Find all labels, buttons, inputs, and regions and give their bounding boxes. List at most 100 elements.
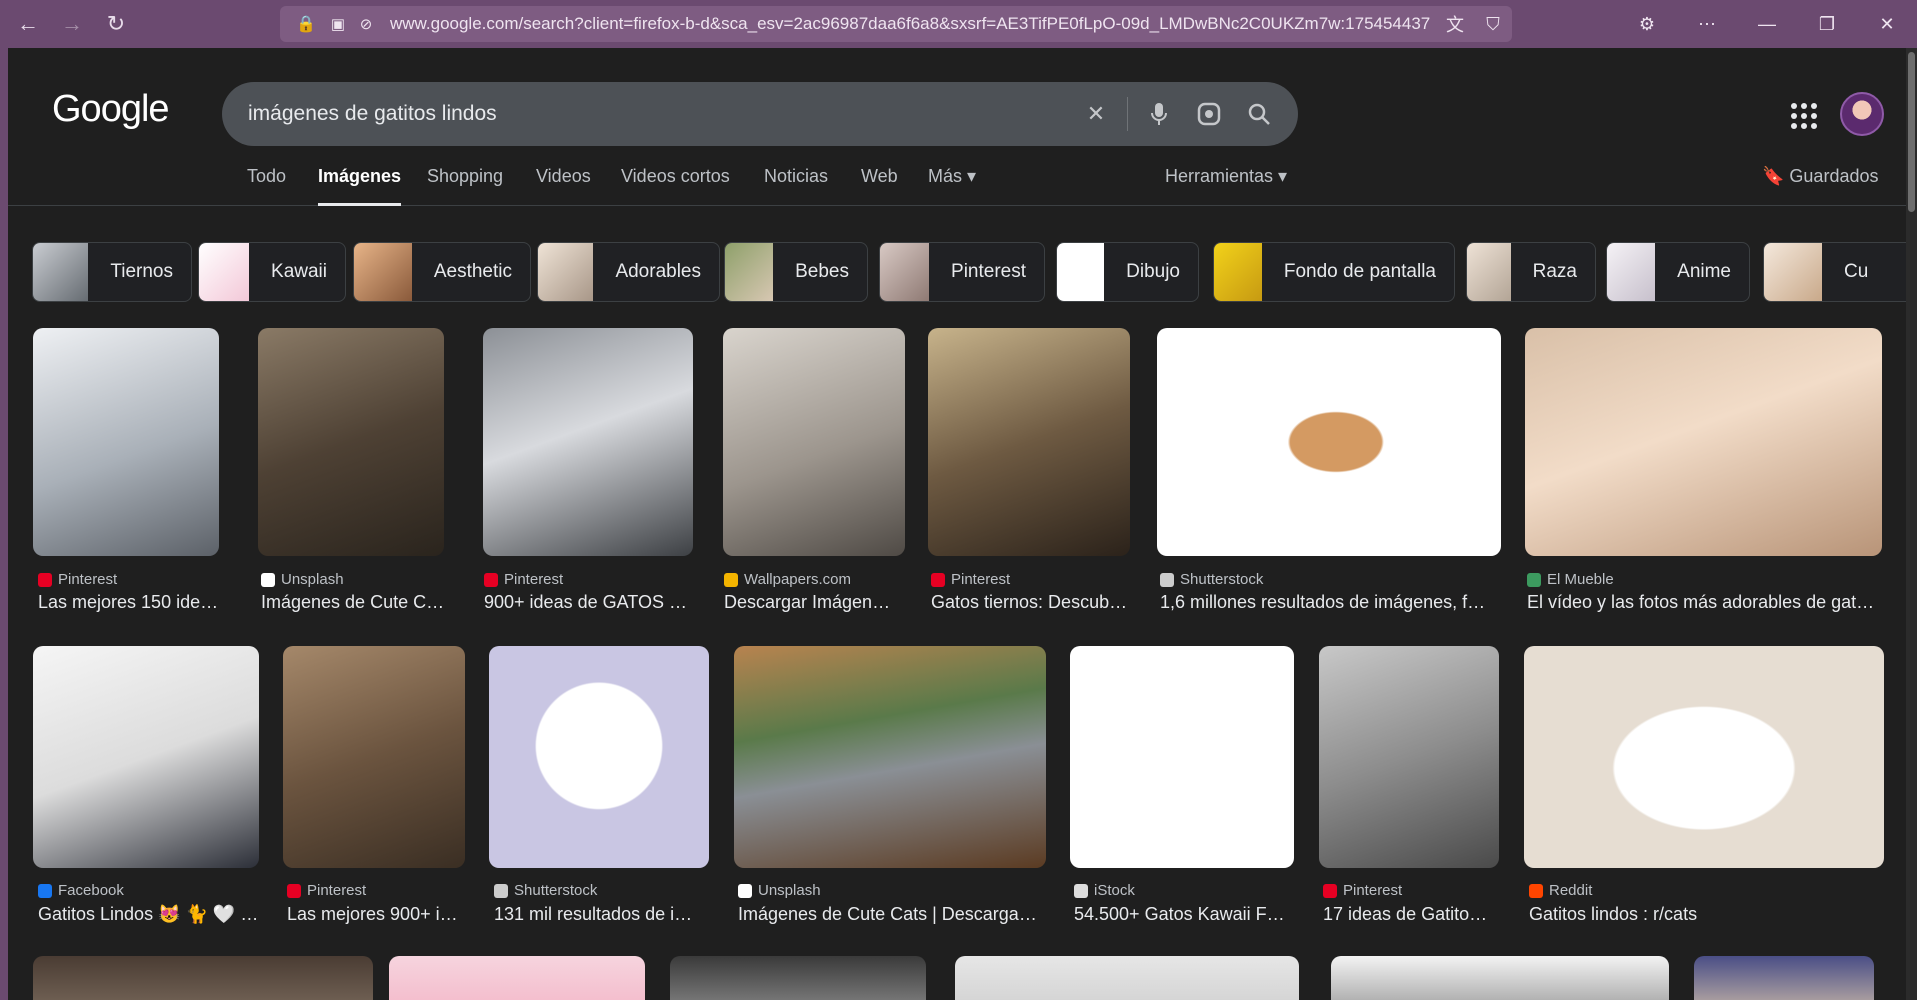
result-image[interactable]	[1319, 646, 1499, 868]
result-title[interactable]: 900+ ideas de GATOS …	[484, 592, 690, 613]
chip-anime[interactable]: Anime	[1606, 242, 1750, 302]
tab-todo[interactable]: Todo	[247, 166, 286, 206]
result-source[interactable]: Facebook	[38, 882, 124, 899]
result-image[interactable]	[670, 956, 926, 1000]
chip-pinterest[interactable]: Pinterest	[879, 242, 1045, 302]
result-source[interactable]: Pinterest	[931, 571, 1010, 588]
tab-videos[interactable]: Videos	[536, 166, 591, 206]
search-input[interactable]: imágenes de gatitos lindos	[222, 102, 1071, 126]
result-image[interactable]	[33, 328, 219, 556]
result-image[interactable]	[283, 646, 465, 868]
result-title[interactable]: 1,6 millones resultados de imágenes, f…	[1160, 592, 1500, 613]
source-name: Facebook	[58, 882, 124, 899]
chip-thumbnail	[199, 243, 250, 301]
result-source[interactable]: Shutterstock	[1160, 571, 1263, 588]
clear-icon[interactable]: ✕	[1071, 89, 1121, 139]
tab-imagenes[interactable]: Imágenes	[318, 166, 402, 206]
chip-cu[interactable]: Cu	[1763, 242, 1906, 302]
chip-raza[interactable]: Raza	[1466, 242, 1596, 302]
result-title[interactable]: Las mejores 150 ide…	[38, 592, 224, 613]
result-image[interactable]	[1331, 956, 1669, 1000]
result-image[interactable]	[33, 956, 373, 1000]
forward-icon[interactable]: →	[50, 4, 94, 44]
chip-kawaii[interactable]: Kawaii	[198, 242, 346, 302]
avatar[interactable]	[1840, 92, 1884, 136]
result-image[interactable]	[389, 956, 645, 1000]
result-source[interactable]: Pinterest	[287, 882, 366, 899]
tab-videos-cortos[interactable]: Videos cortos	[621, 166, 730, 206]
result-source[interactable]: Reddit	[1529, 882, 1592, 899]
address-bar[interactable]: 🔒 ▣ ⊘ www.google.com/search?client=firef…	[280, 6, 1512, 42]
result-source[interactable]: iStock	[1074, 882, 1135, 899]
result-title[interactable]: 131 mil resultados de i…	[494, 904, 710, 925]
microphone-icon[interactable]	[1134, 89, 1184, 139]
result-image[interactable]	[483, 328, 693, 556]
restore-icon[interactable]: ❐	[1797, 0, 1857, 48]
result-image[interactable]	[955, 956, 1299, 1000]
result-title[interactable]: Gatitos Lindos 😻 🐈 🤍 |…	[38, 904, 260, 925]
result-title[interactable]: Imágenes de Cute C…	[261, 592, 447, 613]
result-title[interactable]: 17 ideas de Gatito…	[1323, 904, 1501, 925]
result-image[interactable]	[723, 328, 905, 556]
reload-icon[interactable]: ↻	[94, 4, 138, 44]
tab-mas[interactable]: Más ▾	[928, 166, 976, 206]
minimize-icon[interactable]: —	[1737, 0, 1797, 48]
result-title[interactable]: El vídeo y las fotos más adorables de ga…	[1527, 592, 1883, 613]
chip-dibujo[interactable]: Dibujo	[1056, 242, 1199, 302]
chip-bebes[interactable]: Bebes	[724, 242, 868, 302]
bookmark-icon[interactable]: ⛉	[1474, 14, 1512, 35]
result-source[interactable]: El Mueble	[1527, 571, 1614, 588]
url-text[interactable]: www.google.com/search?client=firefox-b-d…	[390, 14, 1436, 34]
result-title[interactable]: Gatos tiernos: Descub…	[931, 592, 1131, 613]
extensions-icon[interactable]: ⚙	[1617, 0, 1677, 48]
chip-thumbnail	[1764, 243, 1822, 301]
result-image[interactable]	[1157, 328, 1501, 556]
saved-button[interactable]: 🔖 Guardados	[1762, 166, 1878, 187]
result-image[interactable]	[1525, 328, 1882, 556]
result-image[interactable]	[258, 328, 444, 556]
tab-web[interactable]: Web	[861, 166, 898, 206]
tracking-protection-icon[interactable]: ⊘	[352, 15, 380, 33]
source-name: Shutterstock	[514, 882, 598, 899]
search-box[interactable]: imágenes de gatitos lindos ✕	[222, 82, 1298, 146]
chip-adorables[interactable]: Adorables	[537, 242, 720, 302]
chip-label: Raza	[1532, 261, 1577, 282]
tab-noticias[interactable]: Noticias	[764, 166, 828, 206]
menu-icon[interactable]: ⋯	[1677, 0, 1737, 48]
result-source[interactable]: Shutterstock	[494, 882, 597, 899]
reader-view-icon[interactable]: ▣	[324, 15, 352, 33]
back-icon[interactable]: ←	[6, 4, 50, 44]
google-logo[interactable]: Google	[52, 88, 170, 131]
page-scrollbar[interactable]	[1906, 48, 1917, 1000]
tools-button[interactable]: Herramientas ▾	[1165, 166, 1287, 187]
lens-icon[interactable]	[1184, 89, 1234, 139]
result-image[interactable]	[1070, 646, 1294, 868]
chip-tiernos[interactable]: Tiernos	[32, 242, 192, 302]
chip-fondo-de-pantalla[interactable]: Fondo de pantalla	[1213, 242, 1455, 302]
chip-aesthetic[interactable]: Aesthetic	[353, 242, 531, 302]
result-source[interactable]: Pinterest	[38, 571, 117, 588]
result-image[interactable]	[734, 646, 1046, 868]
search-icon[interactable]	[1234, 89, 1284, 139]
result-title[interactable]: Gatitos lindos : r/cats	[1529, 904, 1885, 925]
result-image[interactable]	[1694, 956, 1874, 1000]
result-title[interactable]: 54.500+ Gatos Kawaii F…	[1074, 904, 1296, 925]
result-title[interactable]: Imágenes de Cute Cats | Descarga…	[738, 904, 1048, 925]
result-image[interactable]	[928, 328, 1130, 556]
result-source[interactable]: Unsplash	[738, 882, 821, 899]
result-source[interactable]: Pinterest	[484, 571, 563, 588]
scrollbar-thumb[interactable]	[1908, 52, 1915, 212]
translate-icon[interactable]: 文	[1436, 11, 1474, 37]
result-source[interactable]: Unsplash	[261, 571, 344, 588]
result-image[interactable]	[489, 646, 709, 868]
tab-shopping[interactable]: Shopping	[427, 166, 503, 206]
result-source[interactable]: Pinterest	[1323, 882, 1402, 899]
close-icon[interactable]: ✕	[1857, 0, 1917, 48]
result-source[interactable]: Wallpapers.com	[724, 571, 851, 588]
result-title[interactable]: Descargar Imágen…	[724, 592, 904, 613]
result-title[interactable]: Las mejores 900+ i…	[287, 904, 467, 925]
result-image[interactable]	[1524, 646, 1884, 868]
result-image[interactable]	[33, 646, 259, 868]
google-apps-icon[interactable]	[1788, 100, 1820, 132]
lock-icon[interactable]: 🔒	[288, 14, 324, 34]
